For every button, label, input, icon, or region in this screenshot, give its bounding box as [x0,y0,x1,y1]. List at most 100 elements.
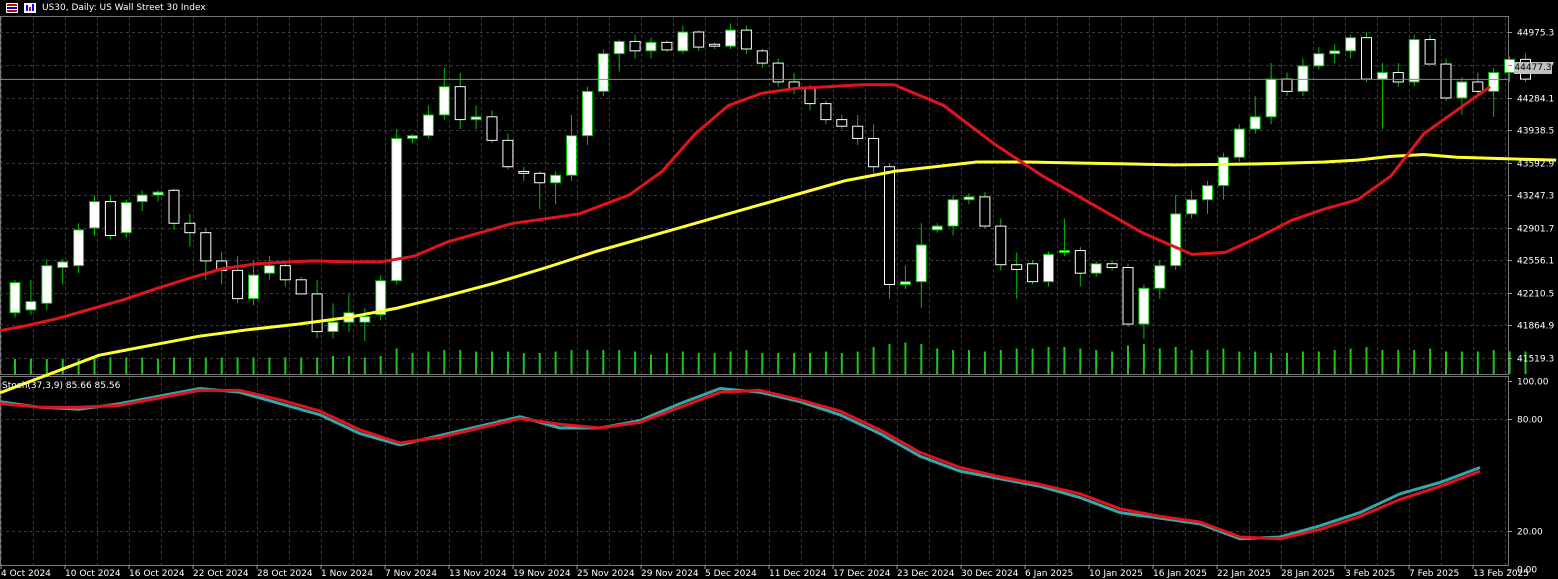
stoch-axis-label: 20.00 [1517,528,1543,538]
candle-body [915,244,927,283]
candle [422,105,434,139]
date-axis-label: 13 Nov 2024 [449,569,507,579]
candle [613,39,625,72]
candle [73,223,85,274]
candle-body [168,189,180,224]
stoch-label: Stoch(37,3,9) 85.66 85.56 [2,381,121,391]
candle-body [232,269,244,300]
candle [995,218,1007,271]
price-axis-label: 41519.3 [1517,355,1554,365]
candle-body [1376,72,1388,80]
candle [1027,260,1039,285]
candle-body [1138,287,1150,325]
candle [1074,246,1086,287]
candle [725,23,736,49]
candle [1376,63,1388,130]
candle-body [1058,250,1070,253]
candle-body [136,194,148,203]
current-price-box: 44477.3 [1514,62,1552,74]
candle [438,67,450,120]
candle-body [931,225,943,231]
candle [454,72,466,130]
candle-body [89,201,100,229]
candle-body [534,172,546,184]
candle-body [740,29,752,50]
candle-body [1170,213,1182,267]
candle-body [1186,199,1198,215]
price-axis-label: 42210.5 [1517,290,1554,300]
axes: 44975.344629.744284.143938.543592.943247… [0,29,1554,579]
candle [104,195,116,240]
candle-body [9,282,21,314]
candle [1488,67,1500,117]
candle [9,279,21,318]
date-axis-label: 22 Oct 2024 [193,569,249,579]
candle-body [152,191,164,196]
stoch-axis-label: 80.00 [1517,416,1543,426]
date-axis-label: 29 Nov 2024 [641,569,699,579]
candle [534,171,546,210]
candle [1233,124,1245,163]
candle-body [184,222,196,234]
candle-body [1472,81,1484,92]
date-axis-label: 16 Oct 2024 [129,569,185,579]
candle [597,48,609,97]
date-axis-label: 17 Dec 2024 [833,569,891,579]
candle-body [1217,156,1229,187]
candle-body [1456,81,1468,99]
price-axis-label: 43938.5 [1517,127,1554,137]
candle-body [295,279,307,295]
candle-body [1154,265,1166,289]
candle [1313,47,1325,70]
chart-header: US30, Daily: US Wall Street 30 Index [0,0,206,16]
chart-canvas[interactable]: 44975.344629.744284.143938.543592.943247… [0,0,1558,579]
candle [709,42,721,49]
grid [0,16,1509,566]
candle [1202,180,1213,214]
candle-body [1392,72,1404,83]
candle [756,48,768,68]
candle-body [979,196,991,227]
date-axis-label: 30 Dec 2024 [961,569,1019,579]
candle-body [1424,39,1436,65]
price-axis-label: 41864.9 [1517,322,1554,332]
candle-body [1329,50,1341,55]
candle [868,124,880,174]
candle [502,133,514,170]
date-axis-label: 6 Jan 2025 [1025,569,1073,579]
stoch-signal-line [0,388,1481,541]
candle-body [518,170,530,174]
date-axis-label: 19 Nov 2024 [513,569,571,579]
date-axis-label: 25 Nov 2024 [577,569,635,579]
candle [1090,260,1102,277]
candle-body [709,43,721,47]
candle-body [1440,63,1452,99]
chart-type-icon[interactable] [24,3,36,13]
candle [1265,63,1277,125]
candle [295,276,307,295]
date-axis-label: 23 Dec 2024 [897,569,955,579]
candle-body [1090,263,1102,274]
date-axis-label: 22 Jan 2025 [1217,569,1271,579]
candle [677,25,689,54]
menu-flag-icon[interactable] [6,3,18,13]
date-axis-label: 4 Oct 2024 [1,569,51,579]
price-axis-label: 43247.3 [1517,192,1554,202]
stochastic-oscillator [0,387,1481,541]
candle-body [1345,37,1357,52]
candle-body [438,86,450,116]
date-axis-label: 28 Oct 2024 [257,569,313,579]
candle [836,114,848,130]
candle [1345,34,1357,59]
date-axis-label: 7 Feb 2025 [1409,569,1459,579]
candle [788,72,800,95]
candle [263,256,275,280]
candle-body [104,201,116,237]
candle-body [725,29,736,47]
candle-body [995,225,1007,266]
candle [57,259,69,285]
candle [947,195,959,236]
candle [41,259,53,310]
candle [25,279,37,315]
candle [931,223,943,233]
